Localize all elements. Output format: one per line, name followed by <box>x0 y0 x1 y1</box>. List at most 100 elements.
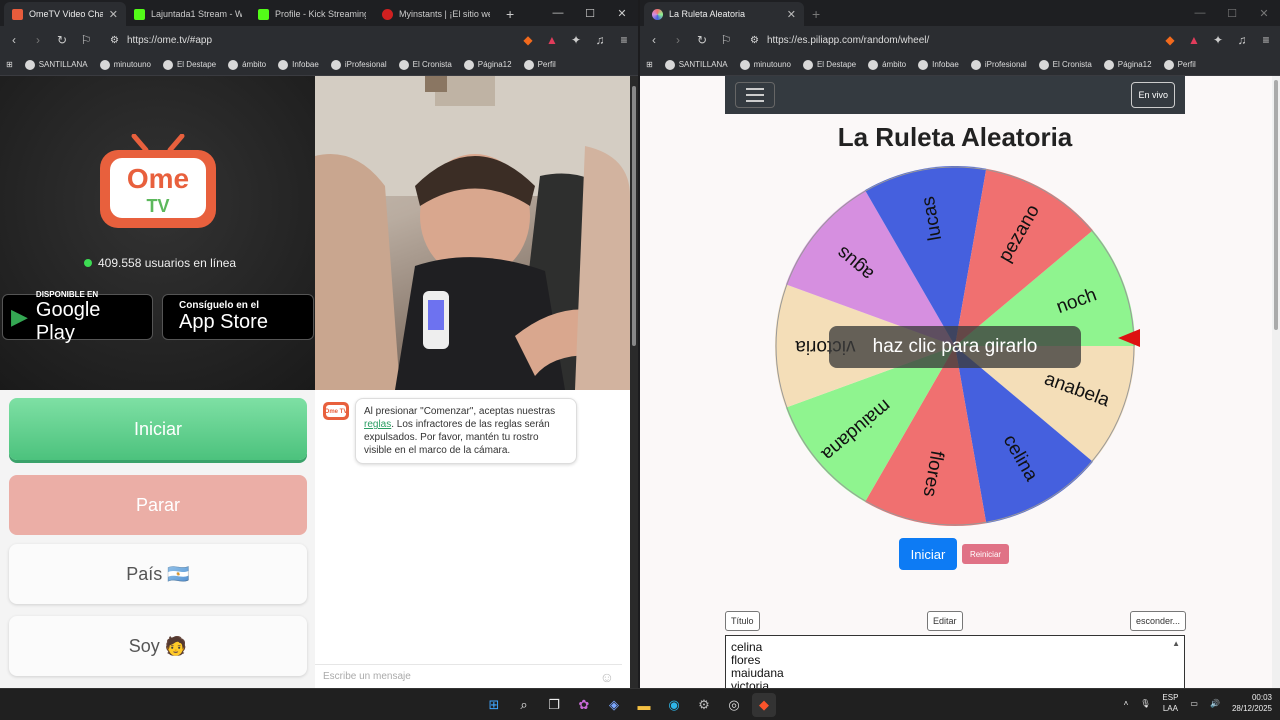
minimize-icon[interactable]: — <box>542 7 574 19</box>
bookmark-item[interactable]: ámbito <box>868 59 906 70</box>
bookmark-item[interactable]: iProfesional <box>330 59 387 70</box>
site-settings-icon[interactable]: ⚙ <box>110 35 119 46</box>
apps-grid-icon[interactable]: ⊞ <box>6 60 13 69</box>
app-store-button[interactable]: Consíguelo en el App Store <box>162 294 314 340</box>
back-icon[interactable]: ‹ <box>6 33 22 47</box>
menu-icon[interactable]: ≡ <box>616 33 632 47</box>
task-view-icon[interactable]: ❐ <box>542 693 566 717</box>
app-icon[interactable]: ✿ <box>572 693 596 717</box>
settings-icon[interactable]: ⚙ <box>692 693 716 717</box>
tab-kick-stream[interactable]: Lajuntada1 Stream - Watc <box>126 2 250 26</box>
forward-icon[interactable]: › <box>670 33 686 47</box>
textarea-scroll-up-icon[interactable]: ▲ <box>1172 637 1180 650</box>
close-tab-icon[interactable]: ✕ <box>787 8 796 21</box>
bookmark-item[interactable]: Infobae <box>918 59 959 70</box>
steam-icon[interactable]: ◎ <box>722 693 746 717</box>
bookmark-item[interactable]: Página12 <box>463 59 512 70</box>
reset-button[interactable]: Reiniciar <box>962 544 1009 564</box>
start-menu-icon[interactable]: ⊞ <box>482 693 506 717</box>
tab-myinstants[interactable]: Myinstants | ¡El sitio web <box>374 2 498 26</box>
rules-link[interactable]: reglas <box>364 419 391 430</box>
live-button[interactable]: En vivo <box>1131 82 1175 108</box>
extensions-icon[interactable]: ✦ <box>568 33 584 47</box>
message-input[interactable]: Escribe un mensaje ☺ <box>315 664 622 688</box>
brave-shield-icon[interactable]: ◆ <box>1162 33 1178 47</box>
bookmark-item[interactable]: Perfil <box>1163 59 1196 70</box>
title-button[interactable]: Título <box>725 611 760 631</box>
spin-button[interactable]: Iniciar <box>899 538 957 570</box>
apps-grid-icon[interactable]: ⊞ <box>646 60 653 69</box>
bookmark-item[interactable]: minutouno <box>99 59 151 70</box>
clock[interactable]: 00:03 28/12/2025 <box>1232 692 1272 714</box>
tab-ometv[interactable]: OmeTV Video Cha ✕ <box>4 2 126 26</box>
brave-shield-icon[interactable]: ◆ <box>520 33 536 47</box>
brave-icon[interactable]: ◆ <box>752 693 776 717</box>
google-play-button[interactable]: ▶ DISPONIBLE EN Google Play <box>2 290 153 344</box>
bookmark-item[interactable]: El Destape <box>802 59 856 70</box>
site-settings-icon[interactable]: ⚙ <box>750 35 759 46</box>
reload-icon[interactable]: ↻ <box>54 33 70 47</box>
bookmark-item[interactable]: SANTILLANA <box>664 59 728 70</box>
copilot-icon[interactable]: ◈ <box>602 693 626 717</box>
app-store-small: Consíguelo en el <box>179 300 260 311</box>
spin-hint-overlay[interactable]: haz clic para girarlo <box>829 326 1081 368</box>
hamburger-menu-icon[interactable] <box>735 82 775 108</box>
scrollbar-thumb[interactable] <box>632 86 636 346</box>
start-button[interactable]: Iniciar <box>9 398 307 460</box>
bookmark-icon[interactable]: ⚐ <box>78 33 94 47</box>
volume-icon[interactable]: 🔊 <box>1210 699 1220 708</box>
extensions-icon[interactable]: ✦ <box>1210 33 1226 47</box>
new-tab-button[interactable]: + <box>804 2 828 26</box>
close-tab-icon[interactable]: ✕ <box>109 8 118 21</box>
tray-overflow-icon[interactable]: ˄ <box>1124 699 1129 708</box>
scrollbar-thumb[interactable] <box>1274 80 1278 330</box>
bookmark-item[interactable]: ámbito <box>228 59 266 70</box>
new-tab-button[interactable]: + <box>498 2 522 26</box>
bookmark-item[interactable]: iProfesional <box>970 59 1027 70</box>
country-button[interactable]: País 🇦🇷 <box>9 544 307 604</box>
bookmark-item[interactable]: SANTILLANA <box>24 59 88 70</box>
back-icon[interactable]: ‹ <box>646 33 662 47</box>
entry-line: flores <box>731 653 761 667</box>
stop-button[interactable]: Parar <box>9 475 307 535</box>
menu-icon[interactable]: ≡ <box>1258 33 1274 47</box>
tab-kick-profile[interactable]: Profile - Kick Streaming <box>250 2 374 26</box>
network-icon[interactable]: ▭ <box>1190 699 1198 708</box>
bookmark-icon[interactable]: ⚐ <box>718 33 734 47</box>
edit-button[interactable]: Editar <box>927 611 963 631</box>
microphone-icon[interactable]: 🎙 <box>1140 699 1150 708</box>
edge-icon[interactable]: ◉ <box>662 693 686 717</box>
minimize-icon[interactable]: — <box>1184 7 1216 19</box>
hide-button[interactable]: esconder... <box>1130 611 1187 631</box>
emoji-icon[interactable]: ☺ <box>600 669 614 685</box>
page-scrollbar[interactable] <box>630 76 638 688</box>
close-window-icon[interactable]: ✕ <box>1248 7 1280 20</box>
gender-button[interactable]: Soy 🧑 <box>9 616 307 676</box>
address-bar[interactable]: ⚙ https://es.piliapp.com/random/wheel/ <box>742 29 1154 51</box>
bookmark-item[interactable]: El Destape <box>162 59 216 70</box>
clock-time: 00:03 <box>1251 693 1272 702</box>
forward-icon[interactable]: › <box>30 33 46 47</box>
entries-textarea[interactable]: celina flores maiudana victoria ▲ <box>725 635 1185 688</box>
reload-icon[interactable]: ↻ <box>694 33 710 47</box>
bookmark-item[interactable]: El Cronista <box>398 59 452 70</box>
tab-ruleta[interactable]: La Ruleta Aleatoria ✕ <box>644 2 804 26</box>
bookmark-item[interactable]: Perfil <box>523 59 556 70</box>
brave-rewards-icon[interactable]: ▲ <box>1186 33 1202 47</box>
bookmark-item[interactable]: Página12 <box>1103 59 1152 70</box>
media-icon[interactable]: ♫ <box>1234 33 1250 47</box>
search-icon[interactable]: ⌕ <box>512 693 536 717</box>
page-scrollbar[interactable] <box>1272 76 1280 688</box>
maximize-icon[interactable]: ☐ <box>1216 7 1248 20</box>
address-bar[interactable]: ⚙ https://ome.tv/#app <box>102 29 512 51</box>
spin-hint-label: haz clic para girarlo <box>872 336 1038 357</box>
bookmark-item[interactable]: El Cronista <box>1038 59 1092 70</box>
bookmark-item[interactable]: minutouno <box>739 59 791 70</box>
file-explorer-icon[interactable]: ▬ <box>632 693 656 717</box>
language-indicator[interactable]: ESP LAA <box>1162 692 1178 714</box>
maximize-icon[interactable]: ☐ <box>574 7 606 20</box>
brave-rewards-icon[interactable]: ▲ <box>544 33 560 47</box>
media-icon[interactable]: ♫ <box>592 33 608 47</box>
close-window-icon[interactable]: ✕ <box>606 7 638 20</box>
bookmark-item[interactable]: Infobae <box>278 59 319 70</box>
